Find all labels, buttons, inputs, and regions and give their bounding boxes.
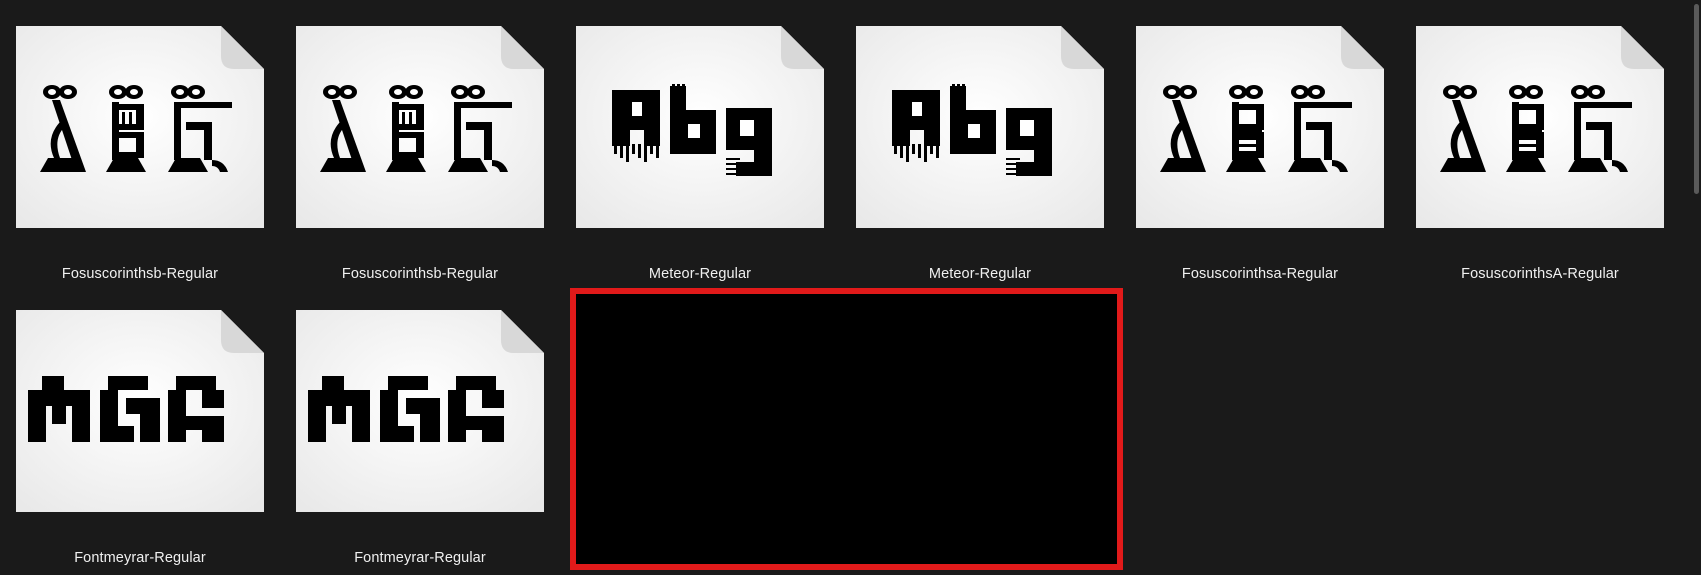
- file-name-label: Fosuscorinthsb-Regular: [341, 266, 499, 282]
- file-name-label: Meteor-Regular: [648, 266, 752, 282]
- font-preview-thumbnail: [856, 26, 1104, 228]
- page-fold-icon: [221, 26, 264, 69]
- font-preview-thumbnail: [1416, 26, 1664, 228]
- page-fold-icon: [781, 26, 824, 69]
- page-fold-icon: [1621, 26, 1664, 69]
- file-tile[interactable]: Fontmeyrar-Regular: [16, 310, 264, 570]
- page-fold-icon: [501, 310, 544, 353]
- font-preview-thumbnail: [16, 26, 264, 228]
- page-fold-icon: [1341, 26, 1384, 69]
- file-tile[interactable]: FosuscorinthsA-Regular: [1416, 26, 1664, 286]
- redacted-selection-box: [570, 288, 1123, 570]
- page-fold-icon: [1061, 26, 1104, 69]
- file-tile[interactable]: Fontmeyrar-Regular: [296, 310, 544, 570]
- font-preview-thumbnail: [296, 310, 544, 512]
- file-browser-view: Fosuscorinthsb-Regular Fosuscorinthsb-Re…: [0, 0, 1701, 575]
- file-name-label: FosuscorinthsA-Regular: [1461, 266, 1619, 282]
- font-preview-thumbnail: [576, 26, 824, 228]
- font-preview-thumbnail: [16, 310, 264, 512]
- file-name-label: Fosuscorinthsa-Regular: [1181, 266, 1339, 282]
- page-fold-icon: [221, 310, 264, 353]
- file-tile[interactable]: Fosuscorinthsb-Regular: [16, 26, 264, 286]
- scrollbar-thumb[interactable]: [1694, 4, 1699, 194]
- file-name-label: Fontmeyrar-Regular: [354, 550, 486, 566]
- font-preview-thumbnail: [1136, 26, 1384, 228]
- page-fold-icon: [501, 26, 544, 69]
- file-name-label: Fosuscorinthsb-Regular: [61, 266, 219, 282]
- font-preview-thumbnail: [296, 26, 544, 228]
- file-tile[interactable]: Meteor-Regular: [576, 26, 824, 286]
- file-tile[interactable]: Fosuscorinthsa-Regular: [1136, 26, 1384, 286]
- file-name-label: Fontmeyrar-Regular: [74, 550, 206, 566]
- file-name-label: Meteor-Regular: [928, 266, 1032, 282]
- file-tile[interactable]: Meteor-Regular: [856, 26, 1104, 286]
- vertical-scrollbar[interactable]: [1691, 0, 1701, 575]
- file-tile[interactable]: Fosuscorinthsb-Regular: [296, 26, 544, 286]
